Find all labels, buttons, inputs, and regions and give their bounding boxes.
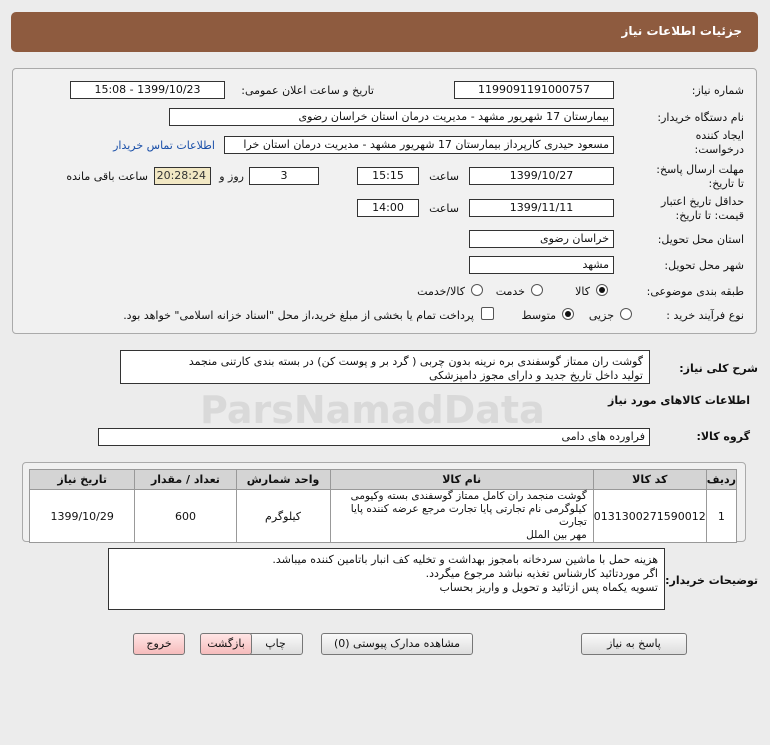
need-number-label: شماره نیاز: <box>691 84 744 97</box>
category-radio-goods[interactable] <box>596 284 608 296</box>
days-label: روز و <box>219 170 244 183</box>
goods-group-field: فراورده های دامی <box>98 428 650 446</box>
row-date: 1399/10/29 <box>28 489 136 543</box>
province-label: استان محل تحویل: <box>657 233 744 246</box>
send-time-field: 15:15 <box>357 167 419 185</box>
buyer-org-label: نام دستگاه خریدار: <box>657 111 744 124</box>
requester-label-1: ایجاد کننده <box>695 129 744 142</box>
goods-group-label: گروه کالا: <box>696 430 750 443</box>
purchase-radio-medium[interactable] <box>562 308 574 320</box>
col-index: ردیف <box>705 469 738 490</box>
row-unit: کیلوگرم <box>235 489 331 543</box>
buyer-notes-label: توضیحات خریدار: <box>665 574 758 587</box>
row-name-line-3: مهر بین الملل <box>526 529 587 541</box>
reply-button[interactable]: پاسخ به نیاز <box>581 633 687 655</box>
goods-table-panel: ردیف کد کالا نام کالا واحد شمارش تعداد /… <box>22 462 746 543</box>
back-button[interactable]: بازگشت <box>200 633 252 655</box>
validity-time-field: 14:00 <box>357 199 419 217</box>
requester-field: مسعود حیدری کارپرداز بیمارستان 17 شهریور… <box>224 136 614 154</box>
summary-line-2: تولید داخل تاریخ جدید و دارای مجوز دامپز… <box>429 369 643 382</box>
watermark-logo: ParsNamadData <box>200 388 545 432</box>
buyer-org-field: بیمارستان 17 شهریور مشهد - مدیریت درمان … <box>169 108 614 126</box>
col-code: کد کالا <box>592 469 707 490</box>
summary-box: گوشت ران ممتاز گوسفندی بره نرینه بدون چر… <box>120 350 650 384</box>
page-header: جزئیات اطلاعات نیاز <box>11 12 758 52</box>
requester-label-2: درخواست: <box>694 143 744 156</box>
buyer-notes-box: هزینه حمل با ماشین سردخانه بامجوز بهداشت… <box>108 548 665 610</box>
exit-button[interactable]: خروج <box>133 633 185 655</box>
row-index: 1 <box>705 489 738 543</box>
city-label: شهر محل تحویل: <box>664 259 744 272</box>
validity-label-1: حداقل تاریخ اعتبار <box>660 195 744 208</box>
goods-section-title: اطلاعات کالاهای مورد نیاز <box>608 394 750 407</box>
send-deadline-label-2: تا تاریخ: <box>708 177 744 190</box>
send-time-label: ساعت <box>429 170 459 183</box>
row-name-line-1: گوشت منجمد ران کامل ممتاز گوسفندی بسته و… <box>350 490 587 502</box>
remaining-label: ساعت باقی مانده <box>66 170 148 183</box>
validity-label-2: قیمت: تا تاریخ: <box>675 209 744 222</box>
col-qty: تعداد / مقدار <box>134 469 237 490</box>
col-name: نام کالا <box>329 469 594 490</box>
buyer-notes-line-2: اگر موردتائید کارشناس تغذیه نباشد مرجوع … <box>425 567 658 580</box>
send-deadline-label-1: مهلت ارسال پاسخ: <box>656 163 744 176</box>
announce-field: 1399/10/23 - 15:08 <box>70 81 225 99</box>
print-button[interactable]: چاپ <box>248 633 303 655</box>
buyer-notes-line-3: تسویه یکماه پس ازتائید و تحویل و واریز ب… <box>439 581 658 594</box>
goods-table: ردیف کد کالا نام کالا واحد شمارش تعداد /… <box>28 469 738 543</box>
purchase-type-label: نوع فرآیند خرید : <box>666 309 744 322</box>
validity-date-field: 1399/11/11 <box>469 199 614 217</box>
contact-info-link[interactable]: اطلاعات تماس خریدار <box>113 139 215 152</box>
row-name: گوشت منجمد ران کامل ممتاز گوسفندی بسته و… <box>329 489 594 543</box>
summary-line-1: گوشت ران ممتاز گوسفندی بره نرینه بدون چر… <box>188 355 643 368</box>
row-name-line-2: کیلوگرمی نام تجارتی پایا تجارت مرجع عرضه… <box>350 503 587 528</box>
purchase-option-medium: متوسط <box>521 309 556 322</box>
purchase-radio-minor[interactable] <box>620 308 632 320</box>
city-field: مشهد <box>469 256 614 274</box>
goods-table-header: ردیف کد کالا نام کالا واحد شمارش تعداد /… <box>28 469 738 490</box>
need-details-panel: شماره نیاز: 1199091191000757 تاریخ و ساع… <box>12 68 757 334</box>
table-row[interactable]: 1 0131300271590012 گوشت منجمد ران کامل م… <box>28 489 738 543</box>
row-code: 0131300271590012 <box>592 489 707 543</box>
remaining-timer: 20:28:24 <box>154 167 211 185</box>
days-field: 3 <box>249 167 319 185</box>
province-field: خراسان رضوی <box>469 230 614 248</box>
treasury-payment-checkbox[interactable] <box>481 307 494 320</box>
category-option-goods-service: کالا/خدمت <box>417 285 465 298</box>
validity-time-label: ساعت <box>429 202 459 215</box>
col-unit: واحد شمارش <box>235 469 331 490</box>
category-option-service: خدمت <box>495 285 525 298</box>
page-title: جزئیات اطلاعات نیاز <box>621 24 742 38</box>
treasury-payment-note: پرداخت تمام یا بخشی از مبلغ خرید،از محل … <box>123 309 474 322</box>
view-attachments-button[interactable]: مشاهده مدارک پیوستی (0) <box>321 633 473 655</box>
announce-label: تاریخ و ساعت اعلان عمومی: <box>241 84 374 97</box>
summary-label: شرح کلی نیاز: <box>679 362 758 375</box>
row-qty: 600 <box>134 489 237 543</box>
category-option-goods: کالا <box>575 285 590 298</box>
purchase-option-minor: جزیی <box>588 309 614 322</box>
send-date-field: 1399/10/27 <box>469 167 614 185</box>
category-radio-goods-service[interactable] <box>471 284 483 296</box>
col-date: تاریخ نیاز <box>28 469 136 490</box>
buyer-notes-line-1: هزینه حمل با ماشین سردخانه بامجوز بهداشت… <box>272 553 658 566</box>
category-label: طبقه بندی موضوعی: <box>646 285 744 298</box>
category-radio-service[interactable] <box>531 284 543 296</box>
need-number-field: 1199091191000757 <box>454 81 614 99</box>
